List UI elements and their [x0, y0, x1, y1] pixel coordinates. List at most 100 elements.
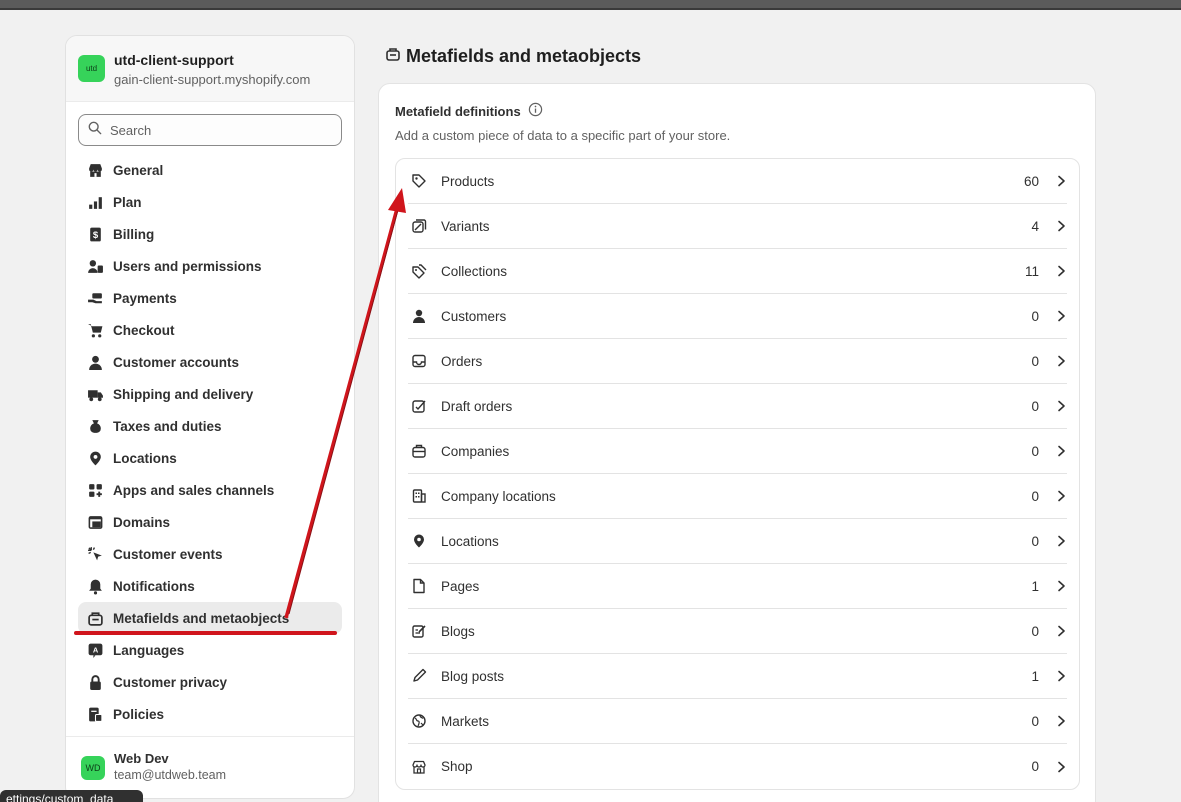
briefcase-icon: [410, 442, 428, 460]
row-label: Orders: [441, 353, 483, 369]
definition-row-customers[interactable]: Customers 0: [408, 294, 1067, 339]
sidebar-item-apps-and-sales-channels[interactable]: Apps and sales channels: [78, 474, 342, 506]
pencil-icon: [410, 667, 428, 685]
variants-icon: [410, 217, 428, 235]
sidebar-item-notifications[interactable]: Notifications: [78, 570, 342, 602]
sidebar-item-label: Plan: [113, 194, 142, 210]
definition-row-collections[interactable]: Collections 11: [408, 249, 1067, 294]
sidebar-item-customer-privacy[interactable]: Customer privacy: [78, 666, 342, 698]
chevron-right-icon: [1055, 670, 1067, 682]
chevron-right-icon: [1055, 535, 1067, 547]
tax-bag-icon: [86, 417, 104, 435]
svg-text:$: $: [92, 230, 98, 241]
sidebar-item-label: Policies: [113, 706, 165, 722]
sidebar-item-plan[interactable]: Plan: [78, 186, 342, 218]
sidebar-item-label: Checkout: [113, 322, 175, 338]
tag-icon: [410, 172, 428, 190]
definition-row-blogs[interactable]: Blogs 0: [408, 609, 1067, 654]
definition-row-orders[interactable]: Orders 0: [408, 339, 1067, 384]
plan-chart-icon: [86, 193, 104, 211]
svg-text:A: A: [92, 645, 98, 654]
definition-row-companies[interactable]: Companies 0: [408, 429, 1067, 474]
sidebar-item-label: Locations: [113, 450, 177, 466]
row-label: Blogs: [441, 623, 475, 639]
sidebar-item-label: Domains: [113, 514, 171, 530]
user-avatar: WD: [81, 756, 105, 780]
billing-dollar-icon: $: [86, 225, 104, 243]
row-label: Draft orders: [441, 398, 513, 414]
definition-row-locations[interactable]: Locations 0: [408, 519, 1067, 564]
page-title-text: Metafields and metaobjects: [406, 46, 642, 66]
sidebar-item-customer-accounts[interactable]: Customer accounts: [78, 346, 342, 378]
sidebar-item-locations[interactable]: Locations: [78, 442, 342, 474]
row-count: 0: [1031, 533, 1039, 549]
search-box[interactable]: [78, 114, 342, 146]
row-count: 0: [1031, 759, 1039, 774]
sidebar-item-policies[interactable]: Policies: [78, 698, 342, 730]
sidebar-item-label: Users and permissions: [113, 258, 262, 274]
info-icon[interactable]: [528, 102, 543, 120]
sidebar-item-label: Apps and sales channels: [113, 482, 275, 498]
collection-tags-icon: [410, 262, 428, 280]
page-icon: [410, 577, 428, 595]
building-icon: [410, 487, 428, 505]
chevron-right-icon: [1055, 490, 1067, 502]
sidebar-item-languages[interactable]: A Languages: [78, 634, 342, 666]
search-input[interactable]: [110, 122, 330, 138]
store-header[interactable]: utd utd-client-support gain-client-suppo…: [66, 36, 354, 102]
chevron-right-icon: [1055, 400, 1067, 412]
store-domain: gain-client-support.myshopify.com: [114, 72, 311, 87]
draft-order-icon: [410, 397, 428, 415]
sidebar-item-customer-events[interactable]: Customer events: [78, 538, 342, 570]
definition-row-markets[interactable]: Markets 0: [408, 699, 1067, 744]
chevron-right-icon: [1055, 715, 1067, 727]
sidebar-item-users-and-permissions[interactable]: Users and permissions: [78, 250, 342, 282]
location-pin-icon: [86, 449, 104, 467]
row-label: Company locations: [441, 488, 556, 504]
row-count: 0: [1031, 353, 1039, 369]
sidebar-item-label: Shipping and delivery: [113, 386, 254, 402]
settings-sidebar: utd utd-client-support gain-client-suppo…: [65, 35, 355, 799]
definition-row-draft-orders[interactable]: Draft orders 0: [408, 384, 1067, 429]
definition-row-variants[interactable]: Variants 4: [408, 204, 1067, 249]
cart-icon: [86, 321, 104, 339]
browser-top-bar: [0, 0, 1181, 10]
person-icon: [410, 307, 428, 325]
chevron-right-icon: [1055, 355, 1067, 367]
settings-nav: General Plan $ Billing Users and permissions…: [66, 154, 354, 730]
sidebar-item-checkout[interactable]: Checkout: [78, 314, 342, 346]
row-label: Products: [441, 173, 495, 189]
definition-row-pages[interactable]: Pages 1: [408, 564, 1067, 609]
user-footer[interactable]: WD Web Dev team@utdweb.team: [66, 736, 354, 798]
chevron-right-icon: [1055, 445, 1067, 457]
sidebar-item-label: Taxes and duties: [113, 418, 222, 434]
card-description: Add a custom piece of data to a specific…: [395, 128, 731, 143]
definition-row-blog-posts[interactable]: Blog posts 1: [408, 654, 1067, 699]
person-icon: [86, 353, 104, 371]
sidebar-item-metafields-and-metaobjects[interactable]: Metafields and metaobjects: [78, 602, 342, 634]
sidebar-item-payments[interactable]: Payments: [78, 282, 342, 314]
url-status-tooltip: ettings/custom_data: [0, 790, 143, 802]
row-count: 0: [1031, 398, 1039, 414]
chevron-right-icon: [1055, 625, 1067, 637]
truck-icon: [86, 385, 104, 403]
apps-icon: [86, 481, 104, 499]
definition-row-products[interactable]: Products 60: [408, 159, 1067, 204]
sidebar-item-label: Billing: [113, 226, 155, 242]
users-icon: [86, 257, 104, 275]
chevron-right-icon: [1055, 310, 1067, 322]
sidebar-item-shipping-and-delivery[interactable]: Shipping and delivery: [78, 378, 342, 410]
globe-icon: [410, 712, 428, 730]
row-count: 0: [1031, 308, 1039, 324]
sidebar-item-taxes-and-duties[interactable]: Taxes and duties: [78, 410, 342, 442]
definition-row-company-locations[interactable]: Company locations 0: [408, 474, 1067, 519]
payments-hand-icon: [86, 289, 104, 307]
sidebar-item-billing[interactable]: $ Billing: [78, 218, 342, 250]
chevron-right-icon: [1055, 580, 1067, 592]
row-count: 0: [1031, 623, 1039, 639]
sidebar-item-general[interactable]: General: [78, 154, 342, 186]
sidebar-item-label: Languages: [113, 642, 185, 658]
sidebar-item-domains[interactable]: Domains: [78, 506, 342, 538]
row-count: 1: [1031, 578, 1039, 594]
definition-row-shop[interactable]: Shop 0: [408, 744, 1067, 789]
